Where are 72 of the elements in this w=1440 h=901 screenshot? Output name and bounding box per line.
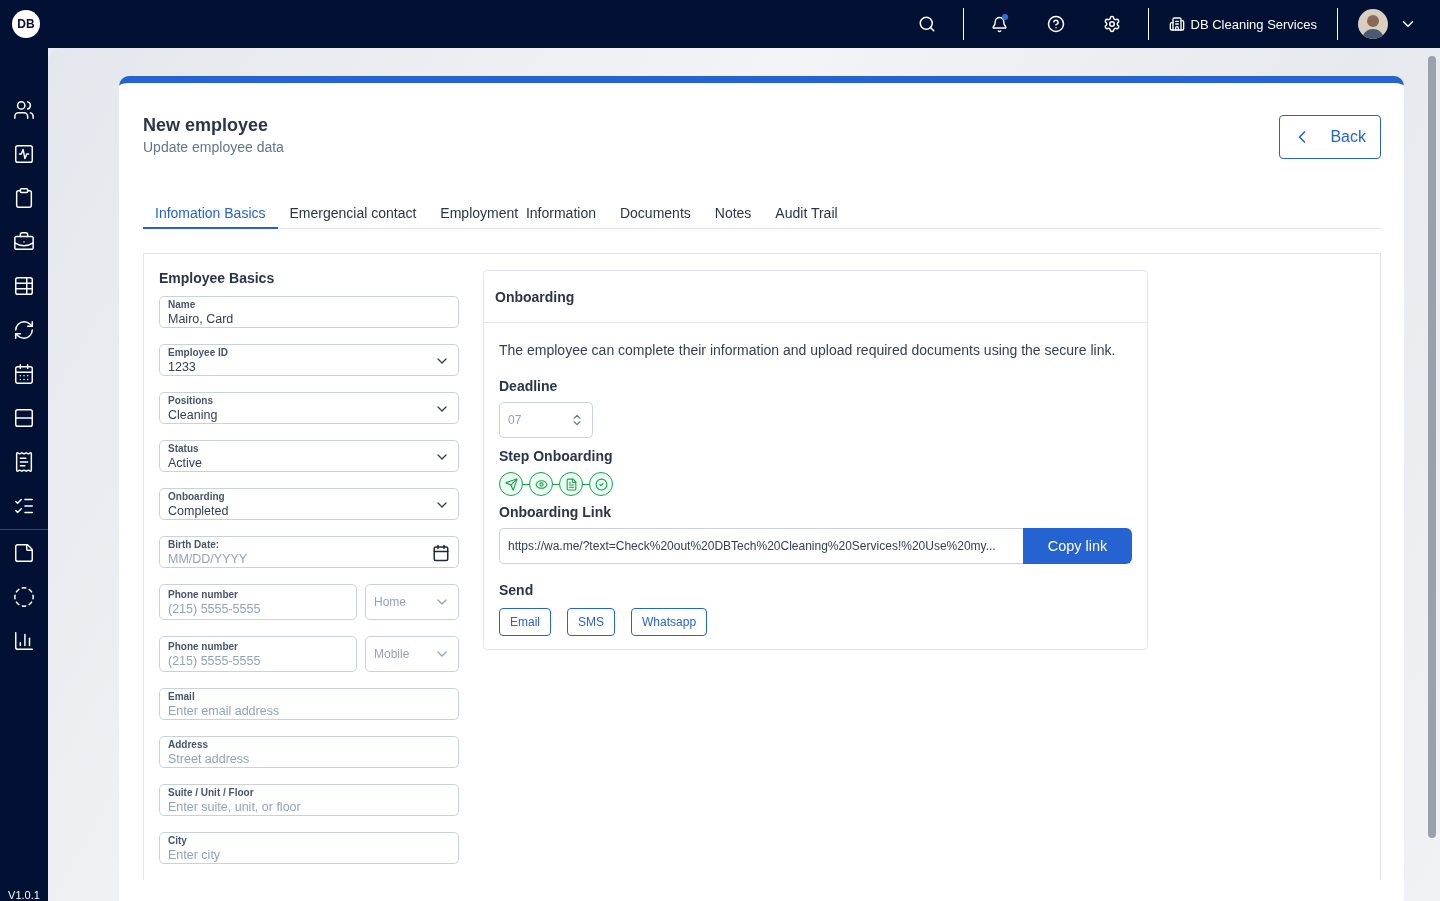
- deadline-label: Deadline: [499, 378, 558, 394]
- select-placeholder: Home: [374, 595, 406, 609]
- send-button[interactable]: Email: [499, 608, 551, 636]
- tab[interactable]: Notes: [702, 205, 764, 229]
- link-label: Onboarding Link: [499, 504, 611, 520]
- phone-field[interactable]: Phone number (215) 5555-5555: [159, 636, 357, 672]
- send-button[interactable]: SMS: [567, 608, 616, 636]
- field-label: Status: [168, 443, 200, 455]
- version-label: V1.0.1: [8, 889, 40, 901]
- tab[interactable]: Emergencial contact: [277, 205, 429, 229]
- text-field[interactable]: City Enter city: [159, 832, 459, 864]
- select-field[interactable]: Status Active: [159, 440, 459, 472]
- page-subtitle: Update employee data: [143, 139, 284, 155]
- send-button[interactable]: Whatsapp: [631, 608, 708, 636]
- field-placeholder: 07: [508, 413, 522, 427]
- field-value: Active: [168, 455, 204, 471]
- section-title: Employee Basics: [159, 270, 276, 286]
- field-placeholder: (215) 5555-5555: [168, 601, 262, 617]
- field-value: Cleaning: [168, 407, 219, 423]
- text-field[interactable]: Email Enter email address: [159, 688, 459, 720]
- copy-link-button[interactable]: Copy link: [1023, 528, 1132, 564]
- link-field[interactable]: https://wa.me/?text=Check%20out%20DBTech%20Cleaning%20Services!%20Use%20my...: [499, 528, 1023, 564]
- field-label: Address: [168, 739, 209, 751]
- field-placeholder: MM/DD/YYYY: [168, 551, 249, 567]
- field-value: Mairo, Card: [168, 311, 235, 327]
- field-placeholder: Enter suite, unit, or floor: [168, 799, 302, 815]
- field-label: City: [168, 835, 188, 847]
- phone-field[interactable]: Phone number (215) 5555-5555: [159, 584, 357, 620]
- calendar-icon: [432, 544, 450, 562]
- field-label: Positions: [168, 395, 214, 407]
- send-label: Send: [499, 582, 534, 598]
- text-field[interactable]: Suite / Unit / Floor Enter suite, unit, or floor: [159, 784, 459, 816]
- description-text: The employee can complete their information and upload required documents using the secure link.: [499, 341, 1116, 360]
- field-label: Email: [168, 691, 196, 703]
- tab[interactable]: Documents: [607, 205, 703, 229]
- page-title: New employee: [143, 115, 270, 136]
- scrollbar[interactable]: [1428, 56, 1436, 838]
- field-label: Birth Date:: [168, 539, 221, 551]
- field-label: Suite / Unit / Floor: [168, 787, 255, 799]
- field-label: Onboarding: [168, 491, 226, 503]
- help-icon: [1046, 15, 1065, 33]
- select-placeholder: Mobile: [374, 647, 410, 661]
- field-placeholder: (215) 5555-5555: [168, 653, 262, 669]
- field-label: Employee ID: [168, 347, 230, 359]
- field-value: 1233: [168, 359, 197, 375]
- search-icon: [917, 15, 936, 33]
- company-name: DB Cleaning Services: [1190, 16, 1317, 32]
- steps-label: Step Onboarding: [499, 448, 613, 464]
- settings-icon: [1102, 15, 1121, 33]
- field-label: Phone number: [168, 641, 239, 653]
- tab[interactable]: Employment Information: [428, 205, 608, 229]
- date-field[interactable]: Birth Date: MM/DD/YYYY: [159, 536, 459, 568]
- field-label: Phone number: [168, 589, 239, 601]
- tab[interactable]: Audit Trail: [763, 205, 850, 229]
- field-value: Completed: [168, 503, 230, 519]
- field-placeholder: Street address: [168, 751, 251, 767]
- bell-icon: [991, 15, 1009, 33]
- text-field[interactable]: Address Street address: [159, 736, 459, 768]
- field-label: Name: [168, 299, 197, 311]
- field-placeholder: Enter email address: [168, 703, 281, 719]
- field-placeholder: Enter city: [168, 847, 222, 863]
- select-field[interactable]: Positions Cleaning: [159, 392, 459, 424]
- avatar[interactable]: [1358, 9, 1388, 39]
- logo[interactable]: DB: [12, 10, 40, 38]
- card-title: Onboarding: [484, 271, 1147, 323]
- text-field[interactable]: Name Mairo, Card: [159, 296, 459, 328]
- tab[interactable]: Infomation Basics: [143, 205, 278, 229]
- select-field[interactable]: Onboarding Completed: [159, 488, 459, 520]
- back-button[interactable]: Back: [1279, 115, 1381, 159]
- select-field[interactable]: Employee ID 1233: [159, 344, 459, 376]
- building-icon: [1168, 16, 1185, 32]
- company-button[interactable]: DB Cleaning Services: [1156, 16, 1329, 32]
